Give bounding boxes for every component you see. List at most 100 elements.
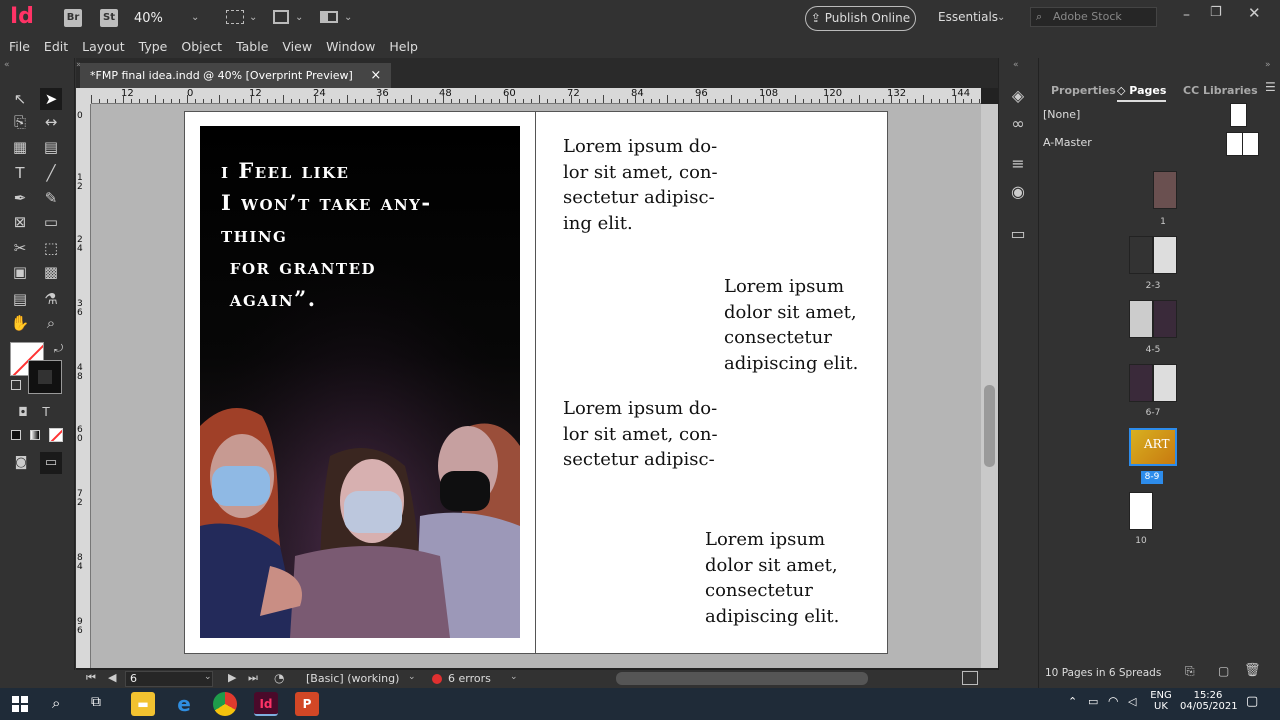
collapse-icon[interactable]: « <box>4 60 10 70</box>
page-label-2-3[interactable]: 2-3 <box>1128 281 1178 291</box>
chevron-down-icon[interactable]: ⌄ <box>191 12 199 23</box>
normal-view-icon[interactable]: ◙ <box>10 452 32 474</box>
hand-tool-icon[interactable]: ✋ <box>9 312 31 334</box>
eyedropper-tool-icon[interactable]: ⚗ <box>40 288 62 310</box>
close-tab-icon[interactable]: × <box>370 68 381 83</box>
menu-help[interactable]: Help <box>382 36 425 58</box>
menu-type[interactable]: Type <box>132 36 175 58</box>
page-label-6-7[interactable]: 6-7 <box>1128 408 1178 418</box>
chrome-icon[interactable] <box>213 692 237 716</box>
comments-icon[interactable]: ▭ <box>1007 224 1029 246</box>
page-label-8-9[interactable]: 8-9 <box>1141 471 1163 484</box>
horizontal-scrollbar[interactable] <box>616 672 868 685</box>
menu-view[interactable]: View <box>275 36 319 58</box>
view-options-icon[interactable] <box>273 10 289 24</box>
page-2-thumb[interactable] <box>1129 236 1153 274</box>
edge-icon[interactable]: e <box>172 692 196 716</box>
rectangle-frame-tool-icon[interactable]: ⊠ <box>9 211 31 233</box>
tab-properties[interactable]: Properties <box>1051 80 1116 102</box>
ruler-origin[interactable] <box>76 88 91 104</box>
layers-icon[interactable]: ◈ <box>1007 86 1029 108</box>
collapse-icon[interactable]: » <box>1265 60 1271 70</box>
formatting-container-icon[interactable]: ◘ <box>12 401 34 423</box>
file-explorer-icon[interactable]: ▬ <box>131 692 155 716</box>
pencil-tool-icon[interactable]: ✎ <box>40 187 62 209</box>
minimize-icon[interactable]: – <box>1183 7 1190 23</box>
clock[interactable]: 15:26 04/05/2021 <box>1180 690 1238 712</box>
swap-colors-icon[interactable]: ⤾ <box>54 342 63 356</box>
chevron-down-icon[interactable]: ⌄ <box>295 12 303 23</box>
chevron-down-icon[interactable]: ⌄ <box>408 672 416 682</box>
page-6-thumb[interactable] <box>1129 364 1153 402</box>
gradient-feather-tool-icon[interactable]: ▩ <box>40 261 62 283</box>
apply-color-icon[interactable] <box>11 430 21 440</box>
rectangle-tool-icon[interactable]: ▭ <box>40 211 62 233</box>
page-label-1[interactable]: 1 <box>1138 217 1188 227</box>
default-colors-icon[interactable] <box>11 380 21 390</box>
wifi-icon[interactable]: ◠ <box>1108 694 1118 708</box>
page-10-thumb[interactable] <box>1129 492 1153 530</box>
zoom-tool-icon[interactable]: ⌕ <box>40 312 62 334</box>
pen-tool-icon[interactable]: ✒ <box>9 187 31 209</box>
menu-window[interactable]: Window <box>319 36 382 58</box>
trash-icon[interactable]: 🗑 <box>1244 663 1261 678</box>
collapse-icon[interactable]: « <box>1013 60 1019 70</box>
chevron-down-icon[interactable]: ⌄ <box>204 672 212 682</box>
links-icon[interactable]: ∞ <box>1007 114 1029 136</box>
search-icon[interactable]: ⌕ <box>52 694 60 712</box>
apply-gradient-icon[interactable] <box>30 430 40 440</box>
preview-mode-icon[interactable]: ▭ <box>40 452 62 474</box>
indesign-taskbar-icon[interactable]: Id <box>254 692 278 716</box>
preflight-profile[interactable]: [Basic] (working) <box>306 672 399 685</box>
notifications-icon[interactable]: ▢ <box>1246 694 1258 709</box>
page-tool-icon[interactable]: ⎘ <box>9 111 31 133</box>
page-7-thumb[interactable] <box>1153 364 1177 402</box>
vertical-ruler[interactable]: 0 1 2 2 4 3 6 4 8 6 0 7 2 8 4 9 6 <box>76 104 91 668</box>
volume-icon[interactable]: ◁ <box>1128 695 1136 708</box>
previous-page-icon[interactable]: ◀ <box>108 671 116 684</box>
selection-tool-icon[interactable]: ↖ <box>9 88 31 110</box>
stroke-swatch[interactable] <box>28 360 62 394</box>
page-3-thumb[interactable] <box>1153 236 1177 274</box>
zoom-level[interactable]: 40% <box>134 11 163 26</box>
edit-page-size-icon[interactable]: ⎘ <box>1185 664 1195 679</box>
type-tool-icon[interactable]: T <box>9 162 31 184</box>
menu-edit[interactable]: Edit <box>37 36 75 58</box>
direct-selection-tool-icon[interactable]: ➤ <box>40 88 62 110</box>
stock-button[interactable]: St <box>100 9 118 27</box>
panel-menu-icon[interactable]: ☰ <box>1265 80 1276 94</box>
next-page-icon[interactable]: ▶ <box>228 671 236 684</box>
scissors-tool-icon[interactable]: ✂ <box>9 237 31 259</box>
apply-none-icon[interactable] <box>49 428 63 442</box>
powerpoint-icon[interactable]: P <box>295 692 319 716</box>
document-tab[interactable]: *FMP final idea.indd @ 40% [Overprint Pr… <box>80 63 392 88</box>
menu-file[interactable]: File <box>2 36 37 58</box>
publish-online-button[interactable]: ⇪ Publish Online <box>805 6 916 31</box>
tab-cc-libraries[interactable]: CC Libraries <box>1183 80 1258 102</box>
a-master-right-thumb[interactable] <box>1242 132 1259 156</box>
windows-start-icon[interactable] <box>12 696 28 712</box>
horizontal-ruler[interactable]: 12 0 12 24 36 48 60 72 84 96 108 120 132 144 <box>91 88 981 104</box>
adobe-stock-search[interactable]: Adobe Stock <box>1030 7 1157 27</box>
page-4-thumb[interactable] <box>1129 300 1153 338</box>
photo-frame[interactable]: i Feel like I won’t take any- thing for … <box>200 126 520 638</box>
swatches-icon[interactable]: ◉ <box>1007 182 1029 204</box>
language-indicator[interactable]: ENG UK <box>1150 690 1172 712</box>
menu-object[interactable]: Object <box>174 36 229 58</box>
workspace-switcher[interactable]: Essentials <box>938 10 998 24</box>
a-master[interactable]: A-Master <box>1043 136 1092 149</box>
chevron-down-icon[interactable]: ⌄ <box>510 672 518 682</box>
line-tool-icon[interactable]: ╱ <box>40 162 62 184</box>
scrollbar-thumb[interactable] <box>984 385 995 467</box>
page-label-4-5[interactable]: 4-5 <box>1128 345 1178 355</box>
bridge-button[interactable]: Br <box>64 9 82 27</box>
open-page-icon[interactable]: ◔ <box>274 671 284 685</box>
formatting-text-icon[interactable]: T <box>35 401 57 423</box>
first-page-icon[interactable]: ⏮ <box>86 671 96 685</box>
menu-layout[interactable]: Layout <box>75 36 132 58</box>
page-5-thumb[interactable] <box>1153 300 1177 338</box>
text-frame-3[interactable]: Lorem ipsum do- lor sit amet, con- secte… <box>563 396 718 473</box>
chevron-down-icon[interactable]: ⌄ <box>997 12 1005 23</box>
note-tool-icon[interactable]: ▤ <box>9 288 31 310</box>
arrange-documents-icon[interactable] <box>320 11 338 23</box>
